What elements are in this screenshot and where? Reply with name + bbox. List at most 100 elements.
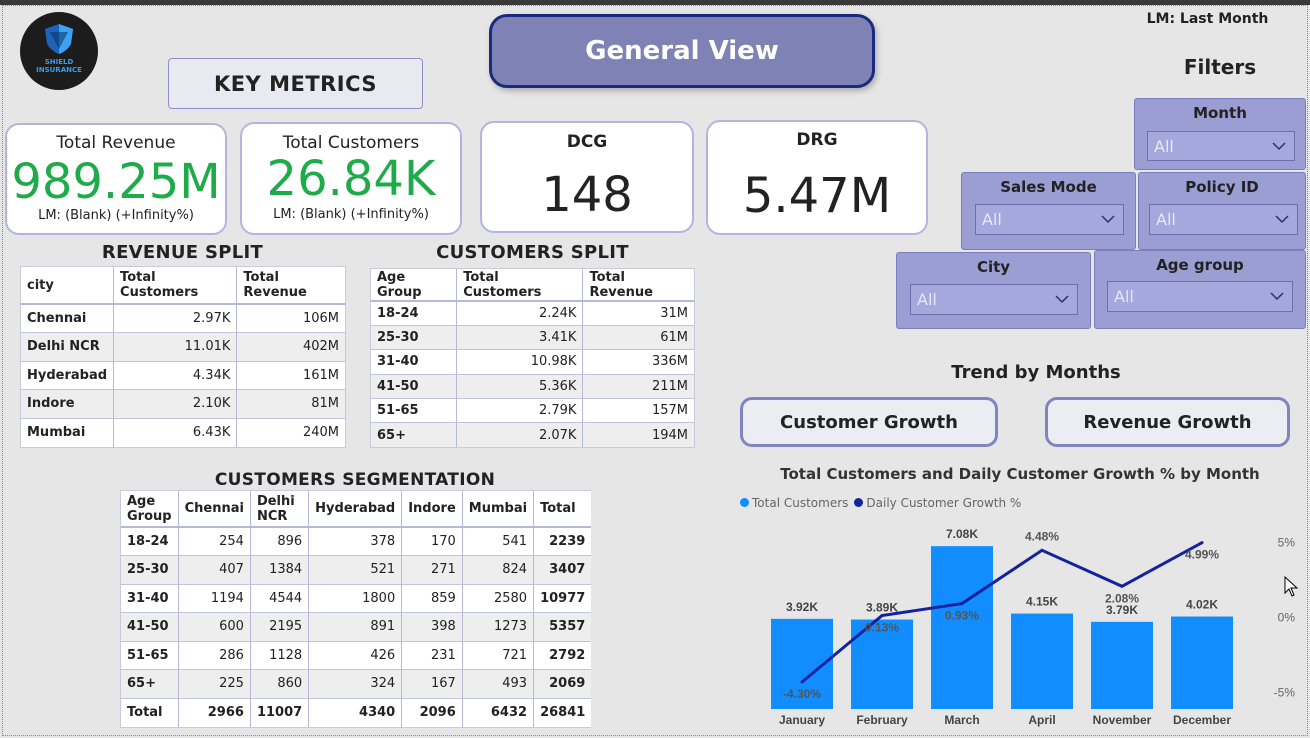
chart-legend: Total Customers Daily Customer Growth %: [740, 496, 1021, 510]
cell-value: 10.98K: [456, 349, 584, 375]
bar-december[interactable]: [1171, 616, 1233, 709]
table-row: 25-30 407 1384 521 271 824 3407: [121, 555, 592, 584]
cell-value: 2096: [401, 698, 463, 727]
table-row: Total 2966 11007 4340 2096 6432 26841: [121, 698, 592, 727]
growth-point[interactable]: [1040, 548, 1044, 552]
column-header[interactable]: Total Customers: [113, 267, 238, 304]
cell-value: 11007: [250, 698, 310, 727]
customer-growth-chart: 3.92KJanuary3.89KFebruary7.08KMarch4.15K…: [771, 527, 1296, 727]
filter-policy-id: Policy ID All: [1138, 172, 1306, 250]
column-header[interactable]: Hyderabad: [308, 491, 403, 527]
growth-point[interactable]: [800, 680, 804, 684]
trend-title: Trend by Months: [951, 362, 1121, 383]
table-row: 18-24 254 896 378 170 541 2239: [121, 527, 592, 556]
cell-value: 860: [250, 669, 310, 698]
chevron-down-icon: [1270, 292, 1284, 301]
kpi-value: 148: [541, 167, 633, 223]
month-dropdown[interactable]: All: [1147, 131, 1295, 161]
cell-value: 2195: [250, 612, 310, 641]
column-header[interactable]: Total Revenue: [583, 269, 694, 301]
growth-point[interactable]: [1200, 541, 1204, 545]
column-header[interactable]: Indore: [401, 491, 463, 527]
customer-growth-button[interactable]: Customer Growth: [740, 397, 998, 447]
general-view-button[interactable]: General View: [489, 14, 875, 88]
legend-dot-icon: [740, 498, 749, 507]
growth-point[interactable]: [880, 614, 884, 618]
cell-value: 271: [401, 555, 463, 584]
kpi-value: 989.25M: [11, 154, 221, 210]
kpi-value: 5.47M: [742, 168, 892, 224]
row-label: 25-30: [371, 325, 458, 350]
column-header[interactable]: Chennai: [178, 491, 251, 527]
y-tick-label: -5%: [1274, 686, 1296, 700]
table-row: 65+ 225 860 324 167 493 2069: [121, 669, 592, 698]
kpi-total-revenue: Total Revenue 989.25M LM: (Blank) (+Infi…: [5, 123, 227, 235]
cell-value: 426: [308, 641, 403, 670]
cell-value: 2580: [462, 584, 535, 613]
revenue-growth-button[interactable]: Revenue Growth: [1045, 397, 1290, 447]
chart-title: Total Customers and Daily Customer Growt…: [780, 465, 1260, 483]
filter-month: Month All: [1134, 98, 1306, 170]
bar-march[interactable]: [931, 546, 993, 709]
column-header[interactable]: Mumbai: [462, 491, 535, 527]
row-label: 51-65: [371, 398, 458, 423]
cell-value: 493: [462, 669, 535, 698]
y-tick-label: 5%: [1278, 536, 1296, 550]
column-header[interactable]: Age Group: [371, 269, 458, 301]
row-label: Hyderabad: [21, 361, 115, 390]
legend-item-daily-growth[interactable]: Daily Customer Growth %: [854, 496, 1021, 510]
row-label: 31-40: [371, 349, 458, 375]
table-row: 65+ 2.07K 194M: [371, 422, 694, 448]
sales-mode-dropdown[interactable]: All: [975, 204, 1124, 235]
cell-value: 600: [178, 612, 251, 641]
segmentation-table: Age Group Chennai Delhi NCR Hyderabad Indore…: [120, 490, 592, 728]
bar-april[interactable]: [1011, 613, 1073, 709]
row-label: 31-40: [121, 584, 179, 613]
column-header[interactable]: Age Group: [121, 491, 179, 527]
policy-id-dropdown[interactable]: All: [1149, 204, 1298, 235]
cell-value: 286: [178, 641, 251, 670]
line-data-label: 0.13%: [865, 621, 899, 635]
cell-value: 6432: [462, 698, 535, 727]
bar-data-label: 4.15K: [1026, 595, 1058, 609]
column-header[interactable]: Total Customers: [456, 269, 584, 301]
filter-age-group: Age group All: [1094, 250, 1306, 329]
cell-value: 254: [178, 527, 251, 556]
cell-value: 541: [462, 527, 535, 556]
cell-value: 26841: [540, 705, 586, 720]
table-row: 31-40 1194 4544 1800 859 2580 10977: [121, 584, 592, 613]
column-header[interactable]: city: [21, 267, 115, 304]
logo-text: SHIELD INSURANCE: [20, 58, 98, 74]
table-row: 51-65 286 1128 426 231 721 2792: [121, 641, 592, 670]
cell-value: 3.41K: [456, 325, 584, 350]
cell-value: 1800: [308, 584, 403, 613]
cell-value: 1384: [250, 555, 310, 584]
table-row: Chennai 2.97K 106M: [21, 304, 345, 333]
kpi-drg: DRG 5.47M: [706, 120, 928, 235]
city-dropdown[interactable]: All: [910, 284, 1078, 315]
cell-value: 2239: [549, 534, 586, 549]
x-tick-label: February: [856, 713, 908, 727]
cell-value: 402M: [236, 332, 345, 361]
key-metrics-heading: KEY METRICS: [168, 58, 423, 109]
revenue-split-title: REVENUE SPLIT: [101, 242, 264, 263]
dropdown-value: All: [1154, 136, 1174, 156]
column-header[interactable]: Total Revenue: [237, 267, 345, 304]
growth-point[interactable]: [1120, 584, 1124, 588]
column-header[interactable]: Delhi NCR: [250, 491, 310, 527]
kpi-total-customers: Total Customers 26.84K LM: (Blank) (+Inf…: [240, 122, 462, 235]
row-label: Indore: [21, 389, 115, 418]
age-group-dropdown[interactable]: All: [1107, 281, 1293, 312]
cell-value: 2792: [549, 647, 586, 663]
cell-value: 2.24K: [456, 301, 584, 326]
row-label: 65+: [371, 422, 458, 448]
growth-point[interactable]: [960, 602, 964, 606]
bar-november[interactable]: [1091, 621, 1153, 709]
cell-value: 2069: [533, 669, 592, 698]
dropdown-value: All: [1156, 210, 1176, 229]
row-label: 65+: [121, 669, 179, 698]
dropdown-value: All: [917, 290, 937, 309]
bar-data-label: 4.02K: [1186, 598, 1218, 612]
legend-item-total-customers[interactable]: Total Customers: [740, 496, 848, 510]
column-header[interactable]: Total: [534, 491, 592, 527]
